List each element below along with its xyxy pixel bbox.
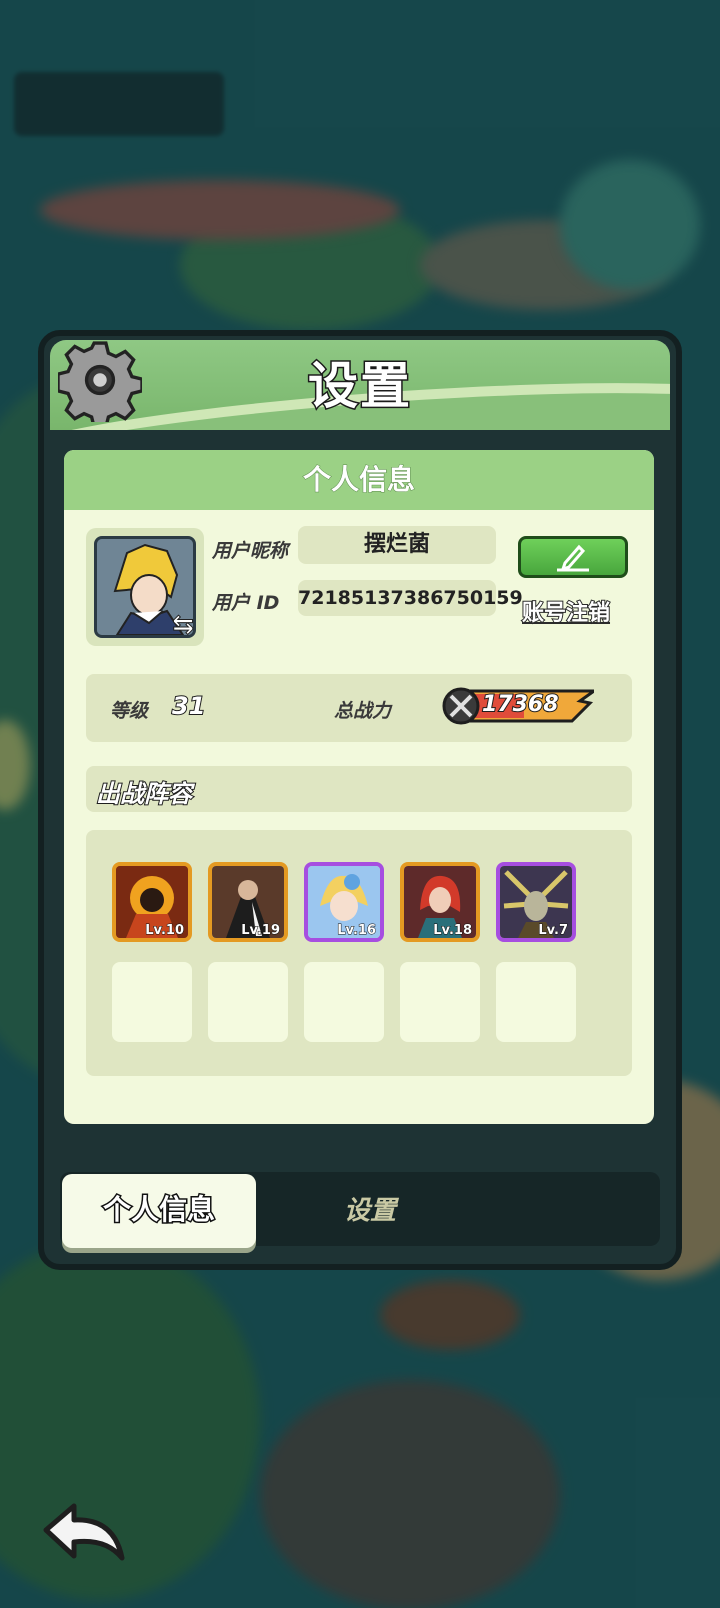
- crossed-swords-icon: [442, 687, 480, 725]
- power-label: 总战力: [334, 700, 392, 722]
- hero-level: Lv.19: [241, 923, 281, 939]
- cancel-account-link[interactable]: 账号注销: [521, 595, 611, 627]
- empty-slot-2[interactable]: [208, 962, 288, 1042]
- power-value: 17368: [481, 691, 560, 718]
- hero-slot-4[interactable]: Lv.18: [400, 862, 480, 942]
- level-label: 等级: [110, 700, 149, 722]
- nickname-field: 摆烂菌: [298, 526, 496, 564]
- user-id-field[interactable]: 72185137386750159: [298, 580, 523, 616]
- lineup-title: 出战阵容: [95, 779, 193, 809]
- hero-level: Lv.18: [433, 923, 473, 939]
- gear-icon: [58, 341, 142, 422]
- edit-pencil-icon: [557, 544, 589, 572]
- hero-slot-2[interactable]: Lv.19: [208, 862, 288, 942]
- card-title: 个人信息: [64, 450, 654, 510]
- hero-slot-1[interactable]: Lv.10: [112, 862, 192, 942]
- empty-slot-3[interactable]: [304, 962, 384, 1042]
- nickname-label: 用户昵称: [212, 540, 289, 562]
- hero-slot-5[interactable]: Lv.7: [496, 862, 576, 942]
- personal-info-card: 个人信息 ⇆ 用户昵称 摆烂菌 用户 ID 72185137386750159 …: [64, 450, 654, 1124]
- empty-slot-4[interactable]: [400, 962, 480, 1042]
- hero-slot-3[interactable]: Lv.16: [304, 862, 384, 942]
- hero-level: Lv.10: [145, 923, 185, 939]
- tab-personal-info[interactable]: 个人信息: [62, 1174, 256, 1248]
- empty-slot-5[interactable]: [496, 962, 576, 1042]
- swap-avatar-icon[interactable]: ⇆: [168, 610, 198, 641]
- stats-row: 等级 31 总战力 17368: [86, 674, 632, 742]
- empty-slot-1[interactable]: [112, 962, 192, 1042]
- hero-level: Lv.7: [538, 923, 569, 939]
- edit-nickname-button[interactable]: [518, 536, 628, 578]
- hero-level: Lv.16: [337, 923, 377, 939]
- back-arrow-icon[interactable]: [40, 1500, 130, 1570]
- avatar-frame[interactable]: ⇆: [86, 528, 204, 646]
- level-value: 31: [171, 691, 206, 721]
- user-id-label: 用户 ID: [212, 592, 280, 614]
- tab-settings[interactable]: 设置: [310, 1190, 430, 1227]
- panel-title: 设置: [307, 356, 412, 417]
- lineup-header: 出战阵容: [86, 766, 632, 812]
- lineup-grid: Lv.10 Lv.19 Lv.16 Lv.18 Lv.7: [86, 830, 632, 1076]
